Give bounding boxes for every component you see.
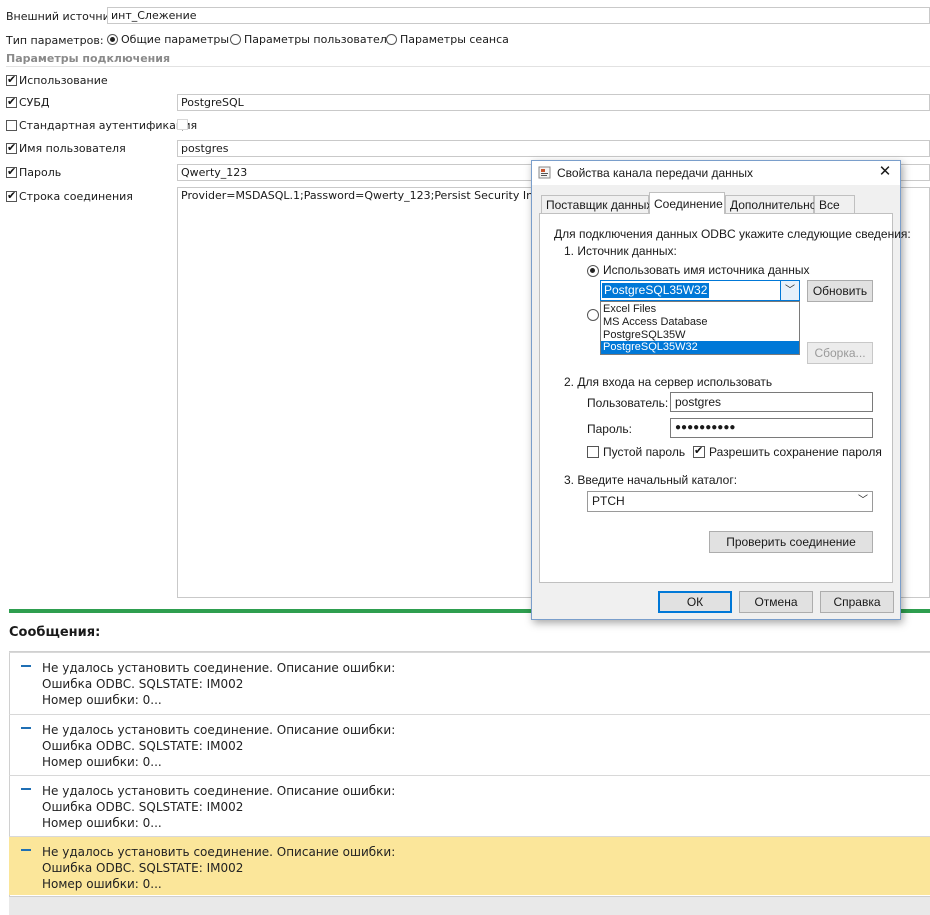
messages-header: Сообщения: <box>9 625 101 640</box>
chevron-down-icon[interactable]: ﹀ <box>858 493 868 509</box>
dialog-titlebar[interactable]: Свойства канала передачи данных ✕ <box>532 161 900 185</box>
tab-connection[interactable]: Соединение <box>649 192 725 214</box>
usage-label: Использование <box>19 74 108 87</box>
instructions-text: Для подключения данных ODBC укажите след… <box>554 227 911 241</box>
section-title: Параметры подключения <box>6 52 171 65</box>
param-type-label: Тип параметров: <box>6 34 104 47</box>
std-auth-value-checkbox[interactable] <box>177 119 188 130</box>
external-source-field[interactable]: инт_Слежение <box>107 7 930 24</box>
help-button[interactable]: Справка <box>820 591 894 613</box>
usage-checkbox[interactable] <box>6 73 17 86</box>
allow-save-box <box>693 444 705 458</box>
allow-save-password-checkbox[interactable]: Разрешить сохранение пароля <box>693 444 882 460</box>
dialog-title: Свойства канала передачи данных <box>557 166 754 180</box>
message-line-2: Ошибка ODBC. SQLSTATE: IM002 <box>42 800 244 814</box>
horizontal-scrollbar[interactable] <box>9 896 930 915</box>
collapse-dash-icon[interactable] <box>21 665 31 667</box>
catalog-value: PTCH <box>592 494 625 508</box>
cancel-button[interactable]: Отмена <box>739 591 813 613</box>
password-checkbox[interactable] <box>6 165 17 178</box>
ok-button[interactable]: ОК <box>658 591 732 613</box>
password-label: Пароль <box>19 166 62 179</box>
message-line-2: Ошибка ODBC. SQLSTATE: IM002 <box>42 861 244 875</box>
message-line-1: Не удалось установить соединение. Описан… <box>42 845 396 859</box>
message-line-3: Номер ошибки: 0... <box>42 877 162 891</box>
dsn-option[interactable]: Excel Files <box>603 303 656 315</box>
username-checkbox[interactable] <box>6 141 17 154</box>
user-input[interactable]: postgres <box>670 392 873 412</box>
catalog-select[interactable]: PTCH ﹀ <box>587 491 873 512</box>
build-button[interactable]: Сборка... <box>807 342 873 364</box>
std-auth-label: Стандартная аутентификация <box>19 119 198 132</box>
step2-label: 2. Для входа на сервер использовать <box>564 375 773 389</box>
close-icon[interactable]: ✕ <box>876 163 894 181</box>
radio-user-dot <box>230 34 241 45</box>
radio-general-label: Общие параметры <box>121 33 230 46</box>
blank-password-label: Пустой пароль <box>603 445 686 459</box>
message-line-1: Не удалось установить соединение. Описан… <box>42 661 396 675</box>
test-connection-button[interactable]: Проверить соединение <box>709 531 873 553</box>
blank-password-box <box>587 446 599 458</box>
radio-general-dot <box>107 34 118 45</box>
step1-label: 1. Источник данных: <box>564 244 677 258</box>
dsn-option-selected[interactable]: PostgreSQL35W32 <box>601 341 799 354</box>
data-link-properties-dialog: Свойства канала передачи данных ✕ Постав… <box>531 160 911 620</box>
collapse-dash-icon[interactable] <box>21 849 31 851</box>
message-line-1: Не удалось установить соединение. Описан… <box>42 723 396 737</box>
use-dsn-radio-dot <box>587 265 599 277</box>
dbms-checkbox[interactable] <box>6 95 17 108</box>
username-label: Имя пользователя <box>19 142 126 155</box>
section-divider <box>6 66 930 67</box>
message-line-1: Не удалось установить соединение. Описан… <box>42 784 396 798</box>
refresh-button[interactable]: Обновить <box>807 280 873 302</box>
message-line-3: Номер ошибки: 0... <box>42 693 162 707</box>
radio-user-label: Параметры пользователя <box>244 33 394 46</box>
message-item[interactable]: Не удалось установить соединение. Описан… <box>9 652 930 714</box>
use-connection-string-radio[interactable] <box>587 309 599 321</box>
collapse-dash-icon[interactable] <box>21 727 31 729</box>
dsn-option[interactable]: PostgreSQL35W <box>603 329 686 341</box>
std-auth-checkbox[interactable] <box>6 120 17 131</box>
user-label: Пользователь: <box>587 396 669 410</box>
allow-save-label: Разрешить сохранение пароля <box>709 445 882 459</box>
username-field[interactable]: postgres <box>177 140 930 157</box>
external-source-label: Внешний источник: <box>6 10 121 23</box>
message-item-selected[interactable]: Не удалось установить соединение. Описан… <box>9 836 930 895</box>
chevron-down-icon[interactable]: ﹀ <box>780 281 799 300</box>
step3-label: 3. Введите начальный каталог: <box>564 473 738 487</box>
collapse-dash-icon[interactable] <box>21 788 31 790</box>
blank-password-checkbox[interactable]: Пустой пароль <box>587 445 687 460</box>
message-item[interactable]: Не удалось установить соединение. Описан… <box>9 714 930 775</box>
dsn-dropdown-list[interactable]: Excel Files MS Access Database PostgreSQ… <box>600 301 800 355</box>
connection-panel: Для подключения данных ODBC укажите след… <box>539 213 911 583</box>
dsn-selected-value: PostgreSQL35W32 <box>602 283 710 298</box>
password-label: Пароль: <box>587 422 632 436</box>
radio-session-label: Параметры сеанса <box>400 33 509 46</box>
radio-user-params[interactable]: Параметры пользователя <box>230 33 393 47</box>
dsn-combobox[interactable]: PostgreSQL35W32 ﹀ <box>600 280 800 301</box>
conn-string-checkbox[interactable] <box>6 189 17 202</box>
use-dsn-radio[interactable]: Использовать имя источника данных <box>587 263 827 278</box>
dbms-field[interactable]: PostgreSQL <box>177 94 930 111</box>
password-input[interactable]: ●●●●●●●●●● <box>670 418 873 438</box>
message-item[interactable]: Не удалось установить соединение. Описан… <box>9 775 930 836</box>
message-line-3: Номер ошибки: 0... <box>42 816 162 830</box>
tab-provider[interactable]: Поставщик данных <box>541 195 652 213</box>
radio-session-params[interactable]: Параметры сеанса <box>386 33 509 47</box>
message-line-2: Ошибка ODBC. SQLSTATE: IM002 <box>42 677 244 691</box>
message-line-2: Ошибка ODBC. SQLSTATE: IM002 <box>42 739 244 753</box>
dsn-option[interactable]: MS Access Database <box>603 316 708 328</box>
tab-advanced[interactable]: Дополнительно <box>725 195 816 213</box>
tab-all[interactable]: Все <box>814 195 855 213</box>
radio-session-dot <box>386 34 397 45</box>
dialog-app-icon <box>538 166 551 179</box>
dbms-label: СУБД <box>19 96 50 109</box>
conn-string-label: Строка соединения <box>19 190 133 203</box>
radio-general-params[interactable]: Общие параметры <box>107 33 229 47</box>
message-line-3: Номер ошибки: 0... <box>42 755 162 769</box>
use-dsn-label: Использовать имя источника данных <box>603 263 810 277</box>
